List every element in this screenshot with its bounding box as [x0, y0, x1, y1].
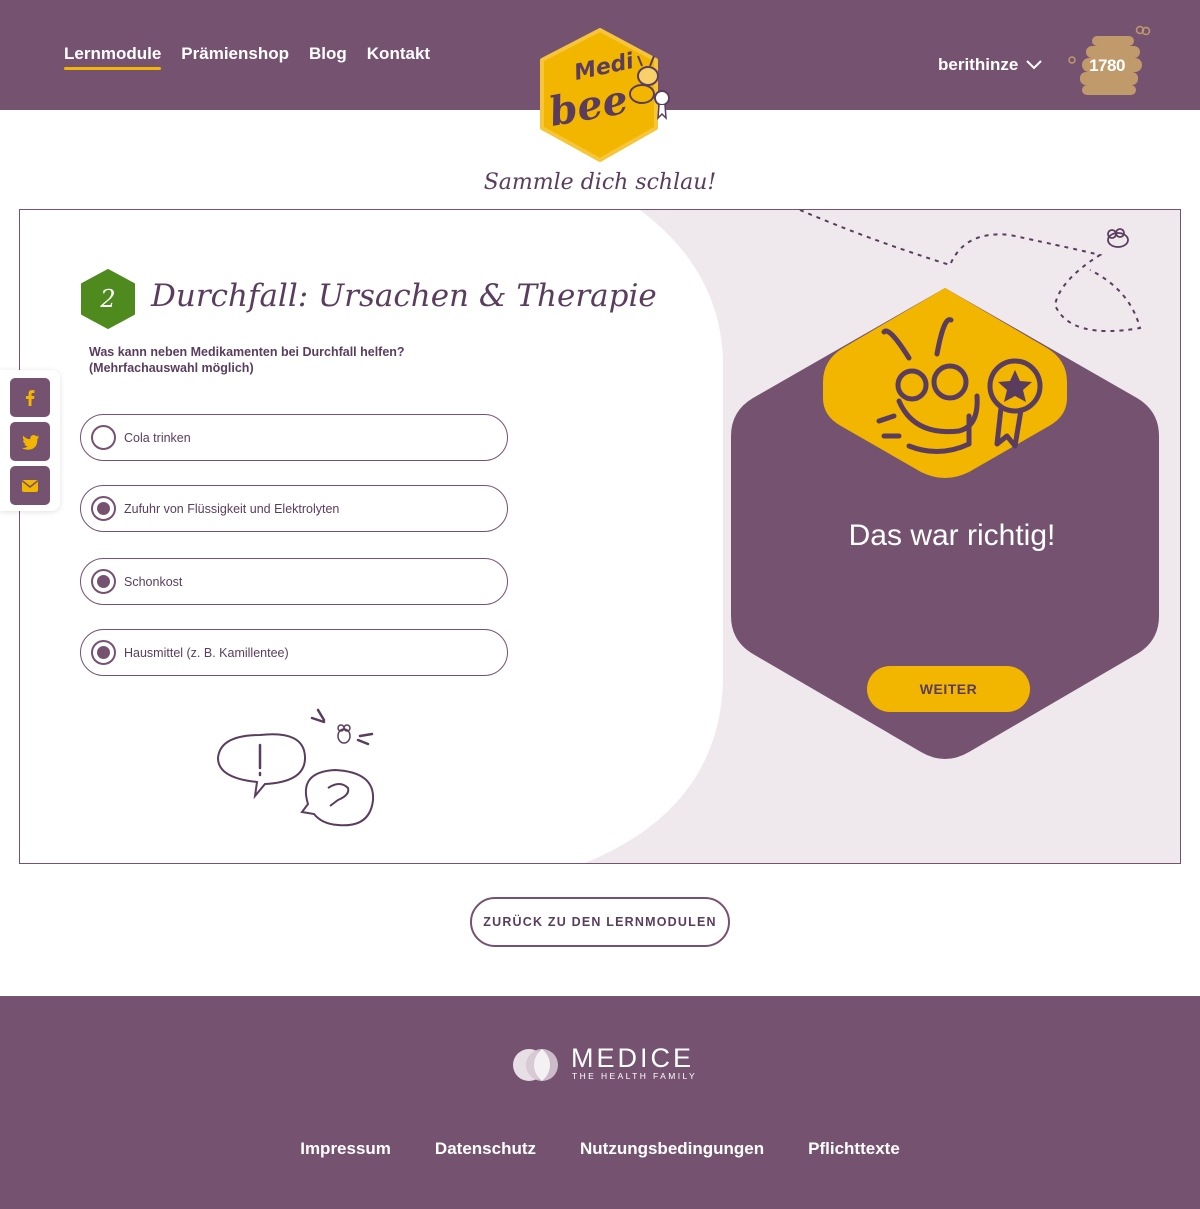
- footer-link-pflichttexte[interactable]: Pflichttexte: [808, 1139, 900, 1159]
- twitter-icon: [22, 434, 39, 450]
- back-to-modules-button[interactable]: ZURÜCK ZU DEN LERNMODULEN: [470, 897, 730, 947]
- question-title: Durchfall: Ursachen & Therapie: [151, 278, 657, 314]
- social-share-bar: [0, 370, 60, 511]
- main-nav: Lernmodule Prämienshop Blog Kontakt: [64, 44, 430, 70]
- user-menu[interactable]: berithinze: [938, 55, 1043, 75]
- answer-label: Zufuhr von Flüssigkeit und Elektrolyten: [124, 501, 340, 516]
- answer-option[interactable]: Cola trinken: [80, 414, 508, 461]
- answer-option[interactable]: Hausmittel (z. B. Kamillentee): [80, 629, 508, 676]
- footer: [0, 996, 1200, 1209]
- chevron-down-icon: [1026, 60, 1043, 70]
- radio-dot: [97, 646, 110, 659]
- answer-label: Schonkost: [124, 574, 183, 589]
- result-message: Das war richtig!: [848, 519, 1056, 552]
- tagline: Sammle dich schlau!: [483, 170, 717, 195]
- footer-link-impressum[interactable]: Impressum: [300, 1139, 391, 1159]
- answer-option[interactable]: Schonkost: [80, 558, 508, 605]
- quiz-card: 2 Durchfall: Ursachen & Therapie Was kan…: [19, 209, 1181, 864]
- nav-lernmodule[interactable]: Lernmodule: [64, 44, 162, 70]
- medice-brand-name: MEDICE: [571, 1043, 695, 1073]
- question-text: Was kann neben Medikamenten bei Durchfal…: [89, 345, 405, 375]
- question-number-wrap: 2: [80, 269, 136, 329]
- radio-selected[interactable]: [91, 640, 116, 665]
- medice-brand-sub: THE HEALTH FAMILY: [572, 1071, 698, 1081]
- speech-bubbles-illustration: [216, 708, 375, 827]
- mail-icon: [22, 479, 38, 492]
- username: berithinze: [938, 55, 1019, 74]
- facebook-icon: [26, 389, 35, 406]
- bee-doodle-icon: [337, 724, 351, 744]
- facebook-share-button[interactable]: [10, 378, 50, 417]
- radio-selected[interactable]: [91, 569, 116, 594]
- nav-kontakt[interactable]: Kontakt: [367, 44, 430, 70]
- nav-praemienshop[interactable]: Prämienshop: [181, 44, 289, 70]
- medibee-logo[interactable]: Medi bee: [538, 28, 678, 164]
- footer-link-datenschutz[interactable]: Datenschutz: [435, 1139, 536, 1159]
- answer-option[interactable]: Zufuhr von Flüssigkeit und Elektrolyten: [80, 485, 508, 532]
- radio-unselected[interactable]: [91, 425, 116, 450]
- answer-label: Cola trinken: [124, 430, 191, 445]
- question-number: 2: [100, 285, 116, 313]
- footer-link-nutzungsbedingungen[interactable]: Nutzungsbedingungen: [580, 1139, 764, 1159]
- points-counter: 1780: [1089, 56, 1125, 75]
- next-button[interactable]: WEITER: [867, 666, 1030, 712]
- nav-blog[interactable]: Blog: [309, 44, 347, 70]
- radio-selected[interactable]: [91, 496, 116, 521]
- radio-dot: [97, 575, 110, 588]
- radio-dot: [97, 502, 110, 515]
- footer-nav: Impressum Datenschutz Nutzungsbedingunge…: [0, 1139, 1200, 1159]
- answer-label: Hausmittel (z. B. Kamillentee): [124, 645, 289, 660]
- twitter-share-button[interactable]: [10, 422, 50, 461]
- email-share-button[interactable]: [10, 466, 50, 505]
